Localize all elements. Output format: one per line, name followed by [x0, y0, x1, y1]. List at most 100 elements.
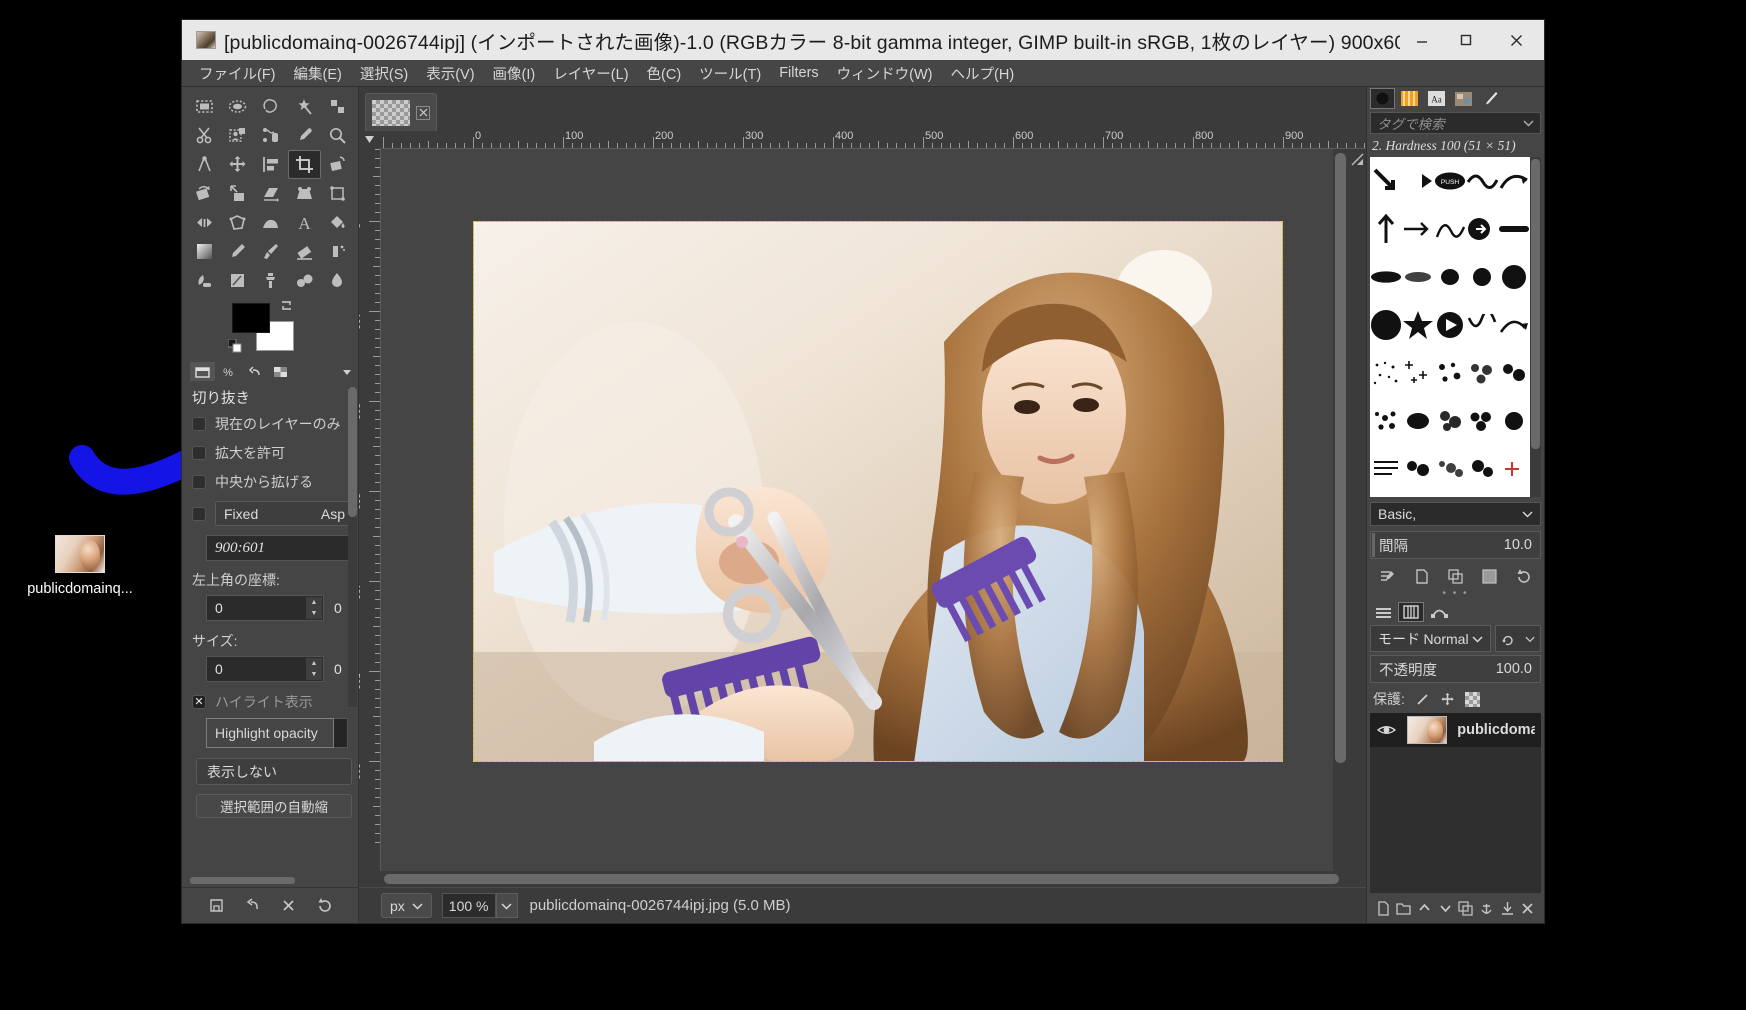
channels-tab[interactable]	[1398, 602, 1424, 622]
merge-down-icon[interactable]	[1500, 901, 1515, 916]
anchor-layer-icon[interactable]	[1479, 901, 1494, 916]
layer-mode-extra[interactable]	[1495, 625, 1541, 652]
foreground-select-tool[interactable]	[221, 121, 254, 150]
minimize-button[interactable]	[1400, 20, 1444, 60]
shear-tool[interactable]	[254, 179, 287, 208]
document-history-tab[interactable]	[1451, 88, 1476, 109]
lower-layer-icon[interactable]	[1438, 901, 1453, 916]
checkbox-allow-growing[interactable]	[192, 446, 206, 460]
protect-pixels-icon[interactable]	[1415, 692, 1430, 707]
tool-options-hscroll-thumb[interactable]	[190, 876, 295, 884]
brush-cell[interactable]	[1434, 253, 1466, 301]
brush-cell[interactable]	[1498, 301, 1530, 349]
brush-cell[interactable]	[1466, 445, 1498, 493]
size-height-input[interactable]: 0	[334, 661, 342, 677]
menu-item-filters[interactable]: Filters	[770, 63, 827, 83]
brush-cell[interactable]	[1402, 157, 1434, 205]
canvas-vscroll-thumb[interactable]	[1335, 153, 1346, 763]
auto-shrink-button[interactable]: 選択範囲の自動縮	[196, 794, 352, 818]
brush-cell[interactable]	[1370, 397, 1402, 445]
text-tool[interactable]: A	[288, 208, 321, 237]
swap-colors-icon[interactable]	[280, 299, 293, 312]
brush-cell[interactable]	[1370, 205, 1402, 253]
cage-transform-tool[interactable]	[221, 208, 254, 237]
mypaint-brush-tool[interactable]	[221, 266, 254, 295]
delete-options-icon[interactable]	[280, 897, 297, 914]
brush-cell[interactable]	[1402, 301, 1434, 349]
canvas-viewport[interactable]	[381, 149, 1333, 871]
brush-cell[interactable]	[1370, 157, 1402, 205]
tool-options-scrollbar[interactable]	[348, 387, 357, 707]
duplicate-layer-icon[interactable]	[1458, 900, 1473, 916]
tool-options-scroll-thumb[interactable]	[348, 387, 357, 517]
vertical-ruler[interactable]: 0 100 200 300 400 500 600	[359, 149, 381, 871]
menu-item-view[interactable]: 表示(V)	[417, 61, 483, 86]
brush-cell[interactable]	[1498, 445, 1530, 493]
airbrush-tool[interactable]	[321, 237, 354, 266]
brush-cell[interactable]	[1498, 157, 1530, 205]
brush-cell[interactable]	[1370, 301, 1402, 349]
layers-tab[interactable]	[1370, 602, 1396, 622]
ink-tool[interactable]	[188, 266, 221, 295]
tag-search-input[interactable]: タグで検索	[1370, 112, 1541, 134]
brush-cell[interactable]	[1466, 205, 1498, 253]
close-tab-icon[interactable]	[416, 105, 430, 120]
position-y-input[interactable]: 0	[334, 600, 342, 616]
move-tool[interactable]	[221, 150, 254, 179]
menu-item-tools[interactable]: ツール(T)	[690, 61, 770, 86]
gradient-tool[interactable]	[188, 237, 221, 266]
brush-cell[interactable]	[1434, 397, 1466, 445]
brush-cell[interactable]	[1402, 205, 1434, 253]
delete-layer-icon[interactable]	[1520, 901, 1535, 916]
refresh-brushes-icon[interactable]	[1515, 568, 1532, 585]
size-width-stepper[interactable]: ▲ ▼	[306, 658, 322, 680]
pencil-tool[interactable]	[221, 237, 254, 266]
canvas-hscroll-thumb[interactable]	[384, 874, 1339, 884]
close-button[interactable]	[1488, 20, 1544, 60]
bucket-fill-tool[interactable]	[321, 208, 354, 237]
brush-cell[interactable]	[1466, 157, 1498, 205]
delete-brush-icon[interactable]	[1481, 568, 1498, 585]
eraser-tool[interactable]	[288, 237, 321, 266]
restore-options-icon[interactable]	[244, 897, 261, 914]
free-select-tool[interactable]	[254, 92, 287, 121]
brush-cell[interactable]	[1498, 205, 1530, 253]
dock-separator[interactable]: • • •	[1367, 589, 1544, 600]
brush-cell[interactable]	[1466, 253, 1498, 301]
measure-tool[interactable]	[188, 150, 221, 179]
brush-cell[interactable]	[1402, 349, 1434, 397]
eye-icon[interactable]	[1376, 723, 1397, 737]
option-allow-growing[interactable]: 拡大を許可	[192, 443, 354, 463]
tool-options-tab[interactable]	[190, 362, 215, 381]
reset-options-icon[interactable]	[316, 897, 333, 914]
brush-cell[interactable]	[1434, 445, 1466, 493]
paths-tab[interactable]	[1426, 602, 1452, 622]
fonts-tab[interactable]: Aa	[1424, 88, 1449, 109]
heal-tool[interactable]	[288, 266, 321, 295]
smudge-tool[interactable]	[321, 266, 354, 295]
duplicate-brush-icon[interactable]	[1447, 568, 1464, 585]
layer-list[interactable]: publicdoma	[1370, 713, 1541, 893]
paintbrush-tool[interactable]	[254, 237, 287, 266]
highlight-opacity-slider[interactable]: Highlight opacity	[206, 718, 334, 748]
brush-cell[interactable]	[1466, 301, 1498, 349]
rect-select-tool[interactable]	[188, 92, 221, 121]
canvas-vertical-scrollbar[interactable]	[1333, 149, 1348, 871]
menu-item-file[interactable]: ファイル(F)	[190, 61, 285, 86]
brush-scroll-thumb[interactable]	[1531, 159, 1540, 449]
position-x-input[interactable]: 0 ▲ ▼	[206, 595, 324, 621]
new-group-icon[interactable]	[1396, 901, 1412, 916]
size-width-input[interactable]: 0 ▲ ▼	[206, 656, 324, 682]
alignment-tool[interactable]	[254, 150, 287, 179]
option-expand-from-center[interactable]: 中央から拡げる	[192, 472, 354, 492]
canvas-horizontal-scrollbar[interactable]	[381, 871, 1339, 887]
zoom-input[interactable]: 100 %	[441, 893, 496, 918]
save-options-icon[interactable]	[208, 897, 225, 914]
maximize-button[interactable]	[1444, 20, 1488, 60]
guides-combo[interactable]: 表示しない	[196, 758, 352, 785]
brush-cell[interactable]: PUSH	[1434, 157, 1466, 205]
new-brush-icon[interactable]	[1413, 568, 1430, 585]
flip-tool[interactable]	[188, 208, 221, 237]
images-tab[interactable]	[268, 362, 293, 381]
brush-cell[interactable]	[1498, 397, 1530, 445]
